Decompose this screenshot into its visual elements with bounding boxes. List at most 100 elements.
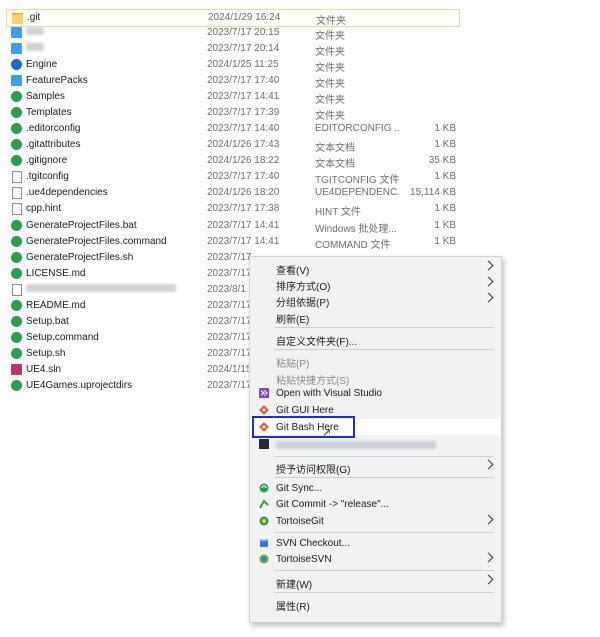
file-name: Templates [26, 107, 72, 118]
file-row[interactable]: Engine 2024/1/25 11:25 文件夹 [6, 57, 458, 74]
file-name [26, 27, 44, 38]
file-date: 2023/7/17 [207, 252, 252, 263]
file-row[interactable]: Samples 2023/7/17 14:41 文件夹 [6, 89, 458, 106]
tortoise-file-icon [11, 220, 22, 231]
tortoise-file-icon [11, 348, 22, 359]
file-row[interactable]: 2023/7/17 20:14 文件夹 [6, 41, 458, 58]
file-name: Setup.command [26, 332, 99, 343]
file-icon [12, 284, 22, 296]
file-size: 1 KB [434, 171, 456, 182]
file-date: 2024/1/25 11:25 [207, 59, 279, 70]
menu-item-git-sync[interactable]: Git Sync... [250, 480, 501, 496]
menu-item-paste-shortcut[interactable]: 粘贴快捷方式(S) [250, 369, 501, 387]
chevron-right-icon [483, 552, 494, 563]
menu-item-paste[interactable]: 粘贴(P) [250, 352, 501, 370]
menu-separator [274, 327, 494, 328]
file-date: 2023/8/1 [207, 284, 246, 295]
file-name: Engine [26, 59, 58, 70]
file-date: 2023/7/17 [207, 348, 252, 359]
solution-file-icon [11, 364, 22, 375]
visual-studio-icon [259, 388, 269, 398]
file-name: .tgitconfig [26, 171, 69, 182]
git-commit-icon [259, 499, 269, 509]
file-date: 2023/7/17 17:38 [207, 203, 280, 214]
folder-icon [12, 13, 23, 24]
file-row[interactable]: .gitattributes 2024/1/26 17:43 文本文档 1 KB [6, 137, 458, 154]
file-name: .gitignore [26, 155, 68, 166]
file-type: COMMAND 文件 [315, 240, 391, 251]
mouse-cursor-icon: ↗ [322, 427, 332, 439]
menu-item-properties[interactable]: 属性(R) [250, 595, 501, 613]
file-name: GenerateProjectFiles.bat [26, 220, 137, 231]
menu-item-git-commit[interactable]: Git Commit -> "release"... [250, 496, 501, 512]
file-row[interactable]: cpp.hint 2023/7/17 17:38 HINT 文件 1 KB [6, 201, 458, 218]
file-date: 2024/1/26 18:20 [207, 187, 280, 198]
menu-item-open-visual-studio[interactable]: Open with Visual Studio [250, 385, 501, 401]
file-row[interactable]: FeaturePacks 2023/7/17 17:40 文件夹 [6, 73, 458, 90]
menu-item-view[interactable]: 查看(V) [250, 259, 501, 277]
file-row[interactable]: .tgitconfig 2023/7/17 17:40 TGITCONFIG 文件 1… [6, 169, 458, 186]
file-type: 文本文档 [315, 159, 355, 170]
file-row[interactable]: Templates 2023/7/17 17:39 文件夹 [6, 105, 458, 122]
file-date: 2023/7/17 [207, 268, 252, 279]
file-icon [12, 203, 22, 215]
file-name: GenerateProjectFiles.sh [26, 252, 134, 263]
file-name: Setup.bat [26, 316, 69, 327]
file-date: 2024/1/26 17:43 [207, 139, 280, 150]
menu-item-tortoisegit[interactable]: TortoiseGit [250, 513, 501, 529]
file-date: 2023/7/17 [207, 380, 252, 391]
file-row[interactable]: .ue4dependencies 2024/1/26 18:20 UE4DEPEND… [6, 185, 458, 201]
file-name: LICENSE.md [26, 268, 86, 279]
file-type: UE4DEPENDENC... [315, 187, 399, 198]
file-type: 文件夹 [315, 111, 345, 122]
file-name [26, 284, 176, 295]
file-size: 1 KB [434, 236, 456, 247]
file-date: 2023/7/17 14:41 [207, 91, 280, 102]
tortoise-file-icon [11, 332, 22, 343]
menu-item-svn-checkout[interactable]: SVN Checkout... [250, 535, 501, 551]
file-type: HINT 文件 [315, 207, 361, 218]
svn-checkout-icon [259, 538, 269, 548]
git-gui-icon [259, 405, 269, 415]
file-name: .editorconfig [26, 123, 81, 134]
file-date: 2023/7/17 [207, 316, 252, 327]
file-type: 文件夹 [315, 47, 345, 58]
menu-item-grant-access[interactable]: 授予访问权限(G) [250, 458, 501, 476]
chevron-right-icon [483, 276, 494, 287]
menu-item-refresh[interactable]: 刷新(E) [250, 308, 501, 326]
menu-item-new[interactable]: 新建(W) [250, 573, 501, 591]
menu-item-sort[interactable]: 排序方式(O) [250, 275, 501, 293]
file-date: 2023/7/17 17:39 [207, 107, 280, 118]
chevron-right-icon [483, 292, 494, 303]
file-row[interactable]: 2023/7/17 20:15 文件夹 [6, 25, 458, 42]
file-row[interactable]: GenerateProjectFiles.command 2023/7/17 14… [6, 234, 458, 251]
menu-item-customize[interactable]: 自定义文件夹(F)... [250, 330, 501, 348]
file-name: FeaturePacks [26, 75, 88, 86]
file-date: 2023/7/17 14:41 [207, 236, 280, 247]
file-type: 文件夹 [315, 95, 345, 106]
file-row[interactable]: GenerateProjectFiles.bat 2023/7/17 14:41 W… [6, 218, 458, 235]
tortoise-file-icon [11, 380, 22, 391]
menu-item-obscured[interactable] [250, 436, 501, 452]
file-date: 2024/1/26 18:22 [207, 155, 280, 166]
file-date: 2023/7/17 14:41 [207, 220, 280, 231]
file-row[interactable]: .gitignore 2024/1/26 18:22 文本文档 35 KB [6, 153, 458, 170]
file-row[interactable]: .editorconfig 2023/7/17 14:40 EDITORCONFIG… [6, 121, 458, 137]
file-date: 2023/7/17 [207, 332, 252, 343]
tortoisegit-icon [259, 516, 269, 526]
menu-item-group[interactable]: 分组依据(P) [250, 291, 501, 309]
file-size: 1 KB [434, 123, 456, 134]
tortoise-file-icon [11, 268, 22, 279]
context-menu: 查看(V) 排序方式(O) 分组依据(P) 刷新(E) 自定义文件夹(F)...… [249, 256, 502, 623]
file-name: Setup.sh [26, 348, 66, 359]
file-name: GenerateProjectFiles.command [26, 236, 167, 247]
file-type: 文件夹 [315, 63, 345, 74]
file-date: 2023/7/17 20:14 [207, 43, 280, 54]
chevron-right-icon [483, 514, 494, 525]
file-name [26, 43, 44, 54]
file-name: .gitattributes [26, 139, 81, 150]
menu-item-tortoisesvn[interactable]: TortoiseSVN [250, 551, 501, 567]
file-size: 35 KB [428, 155, 456, 166]
file-name: .ue4dependencies [26, 187, 108, 198]
file-date: 2023/7/17 [207, 300, 252, 311]
